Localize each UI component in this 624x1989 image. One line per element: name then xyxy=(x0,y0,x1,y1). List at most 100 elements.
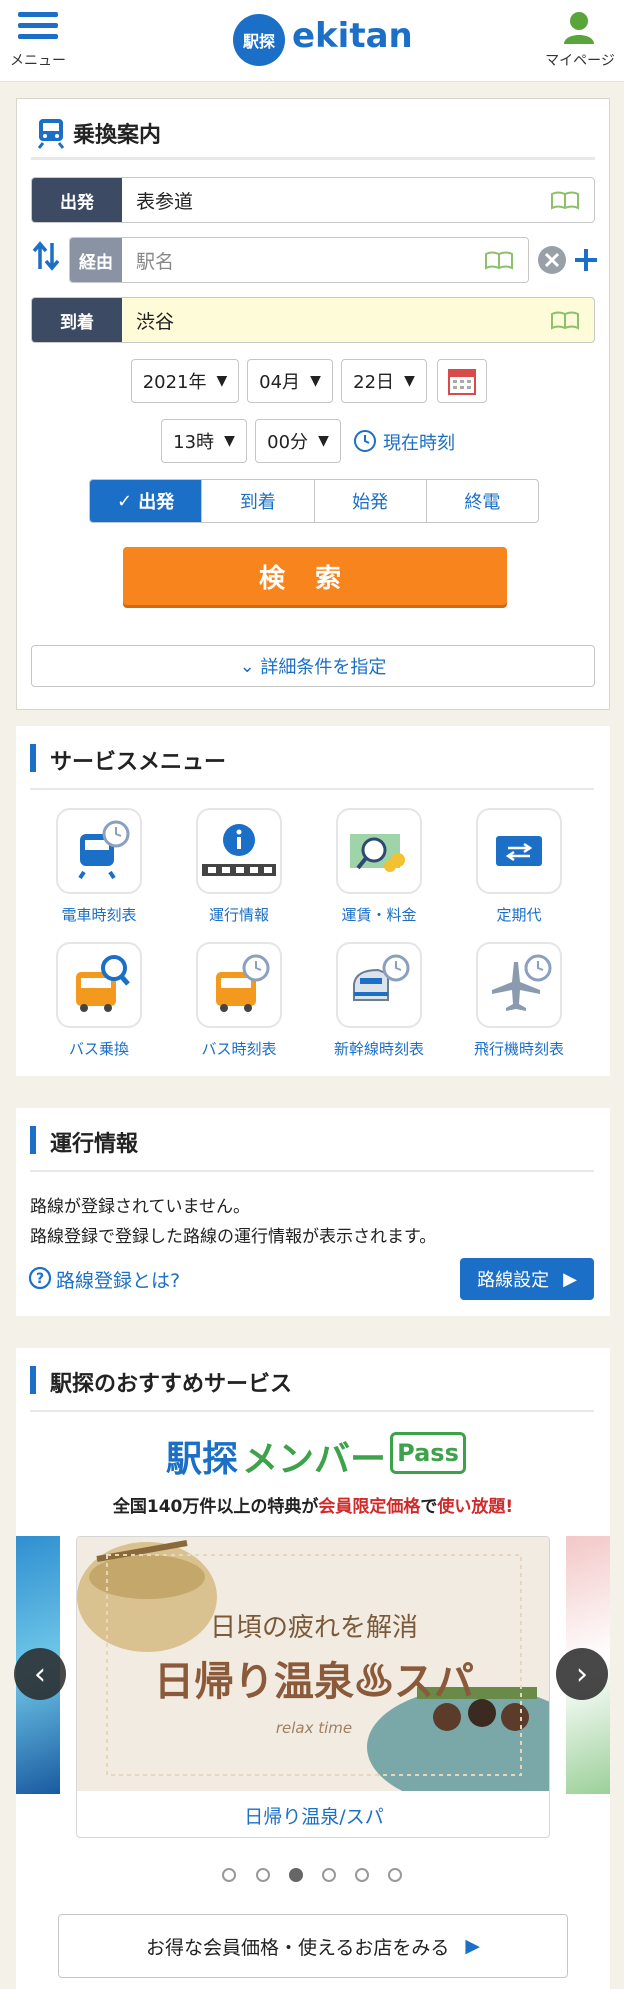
operation-message-2: 路線登録で登録した路線の運行情報が表示されます。 xyxy=(30,1227,437,1247)
member-price-cta-button[interactable]: お得な会員価格・使えるお店をみる ▶ xyxy=(58,1914,568,1978)
transfer-card: 乗換案内 出発 表参道 経由 駅名 到着 渋谷 2021年 ▼ 04月 ▼ 22日 ▼ xyxy=(16,98,610,710)
route-settings-button[interactable]: 路線設定 ▶ xyxy=(460,1258,594,1300)
arrival-input[interactable]: 渋谷 xyxy=(122,298,542,342)
transfer-title: 乗換案内 xyxy=(73,123,162,148)
bus-transfer-icon[interactable] xyxy=(56,942,142,1028)
brand-main: 駅探 xyxy=(166,1439,239,1480)
current-time-link[interactable]: 現在時刻 xyxy=(383,429,455,455)
service-label[interactable]: 運賃・料金 xyxy=(309,904,449,925)
carousel-card[interactable]: 日頃の疲れを解消 日帰り温泉♨スパ relax time 日帰り温泉/スパ xyxy=(76,1536,550,1838)
service-label[interactable]: 電車時刻表 xyxy=(29,904,169,925)
year-select[interactable]: 2021年 ▼ xyxy=(131,359,239,403)
year-value: 2021年 xyxy=(142,372,207,393)
service-label[interactable]: 運行情報 xyxy=(169,904,309,925)
banner-sub: relax time xyxy=(275,1719,353,1737)
divider xyxy=(30,788,594,790)
search-button[interactable]: 検索 xyxy=(123,547,507,605)
dropdown-arrow-icon: ▼ xyxy=(224,433,235,449)
airplane-icon[interactable] xyxy=(476,942,562,1028)
help-icon[interactable]: ? xyxy=(28,1266,52,1290)
menu-label[interactable]: メニュー xyxy=(4,50,72,70)
section-bar xyxy=(30,1366,36,1394)
carousel-dot[interactable] xyxy=(322,1868,336,1882)
calendar-icon xyxy=(448,369,476,395)
hour-value: 13時 xyxy=(173,432,215,453)
hamburger-menu-icon[interactable] xyxy=(18,12,58,48)
service-label[interactable]: バス時刻表 xyxy=(169,1038,309,1059)
mode-last-train[interactable]: 終電 xyxy=(427,480,538,522)
mypage-label[interactable]: マイページ xyxy=(540,50,620,70)
service-menu-title: サービスメニュー xyxy=(50,750,227,775)
svg-text:?: ? xyxy=(36,1271,44,1287)
route-registration-help-link[interactable]: 路線登録とは? xyxy=(56,1266,180,1293)
brand-pass-badge: Pass xyxy=(390,1432,466,1474)
calendar-button[interactable] xyxy=(437,359,487,403)
clear-icon[interactable] xyxy=(537,245,567,275)
carousel-next-icon[interactable]: › xyxy=(556,1648,608,1700)
minute-value: 00分 xyxy=(267,432,309,453)
swap-icon[interactable] xyxy=(31,241,61,271)
clock-icon[interactable] xyxy=(353,429,377,453)
carousel-prev-icon[interactable]: ‹ xyxy=(14,1648,66,1700)
day-select[interactable]: 22日 ▼ xyxy=(341,359,427,403)
bus-timetable-icon[interactable] xyxy=(196,942,282,1028)
via-input[interactable]: 駅名 xyxy=(122,238,472,282)
carousel-dot-active[interactable] xyxy=(289,1868,303,1882)
departure-field[interactable]: 出発 表参道 xyxy=(31,177,595,223)
service-menu-card: サービスメニュー 電車時刻表 運行情報 運賃・料金 定期代 バス乗換 バス時刻表… xyxy=(16,726,610,1076)
arrival-field[interactable]: 到着 渋谷 xyxy=(31,297,595,343)
mode-segment: ✓ 出発 到着 始発 終電 xyxy=(89,479,539,523)
book-icon[interactable] xyxy=(550,310,580,330)
service-label[interactable]: 定期代 xyxy=(449,904,589,925)
via-field[interactable]: 経由 駅名 xyxy=(69,237,529,283)
logo-text: ekitan xyxy=(292,16,413,56)
shinkansen-icon[interactable] xyxy=(336,942,422,1028)
card-caption[interactable]: 日帰り温泉/スパ xyxy=(77,1791,549,1837)
month-select[interactable]: 04月 ▼ xyxy=(247,359,333,403)
service-label[interactable]: 飛行機時刻表 xyxy=(449,1038,589,1059)
via-label: 経由 xyxy=(70,238,122,282)
recommend-title: 駅探のおすすめサービス xyxy=(50,1372,293,1397)
info-icon[interactable] xyxy=(196,808,282,894)
commuter-pass-icon[interactable] xyxy=(476,808,562,894)
carousel-dot[interactable] xyxy=(222,1868,236,1882)
month-value: 04月 xyxy=(259,372,301,393)
carousel-dot[interactable] xyxy=(256,1868,270,1882)
book-icon[interactable] xyxy=(484,250,514,270)
section-bar xyxy=(30,744,36,772)
hour-select[interactable]: 13時 ▼ xyxy=(161,419,247,463)
dropdown-arrow-icon: ▼ xyxy=(310,373,321,389)
carousel-dot[interactable] xyxy=(355,1868,369,1882)
banner-line2: 日帰り温泉♨スパ xyxy=(154,1658,474,1705)
fare-icon[interactable] xyxy=(336,808,422,894)
service-label[interactable]: 新幹線時刻表 xyxy=(309,1038,449,1059)
operation-card: 運行情報 路線が登録されていません。 路線登録で登録した路線の運行情報が表示され… xyxy=(16,1108,610,1316)
user-icon[interactable] xyxy=(562,10,596,44)
mode-departure[interactable]: ✓ 出発 xyxy=(90,480,203,522)
divider xyxy=(30,1410,594,1412)
mode-arrival[interactable]: 到着 xyxy=(202,480,315,522)
operation-title: 運行情報 xyxy=(50,1132,139,1157)
carousel-dot[interactable] xyxy=(388,1868,402,1882)
brand-member: メンバー xyxy=(242,1439,387,1480)
detail-conditions-button[interactable]: ⌄ 詳細条件を指定 xyxy=(31,645,595,687)
train-icon xyxy=(37,119,65,149)
recommend-card: 駅探のおすすめサービス 駅探 メンバー Pass 全国140万件以上の特典が会員… xyxy=(14,1348,610,1989)
add-via-icon[interactable] xyxy=(573,247,599,273)
book-icon[interactable] xyxy=(550,190,580,210)
logo-icon: 駅探 xyxy=(233,14,285,66)
mode-first-train[interactable]: 始発 xyxy=(315,480,427,522)
chevron-down-icon: ⌄ xyxy=(239,655,261,677)
departure-input[interactable]: 表参道 xyxy=(122,178,542,222)
play-icon: ▶ xyxy=(465,1935,481,1957)
section-bar xyxy=(30,1126,36,1154)
dropdown-arrow-icon: ▼ xyxy=(318,433,329,449)
day-value: 22日 xyxy=(353,372,395,393)
minute-select[interactable]: 00分 ▼ xyxy=(255,419,341,463)
service-label[interactable]: バス乗換 xyxy=(29,1038,169,1059)
tagline: 全国140万件以上の特典が会員限定価格で使い放題! xyxy=(112,1497,514,1517)
divider xyxy=(31,157,595,160)
operation-message-1: 路線が登録されていません。 xyxy=(30,1197,250,1217)
train-timetable-icon[interactable] xyxy=(56,808,142,894)
banner-line1: 日頃の疲れを解消 xyxy=(209,1613,418,1643)
